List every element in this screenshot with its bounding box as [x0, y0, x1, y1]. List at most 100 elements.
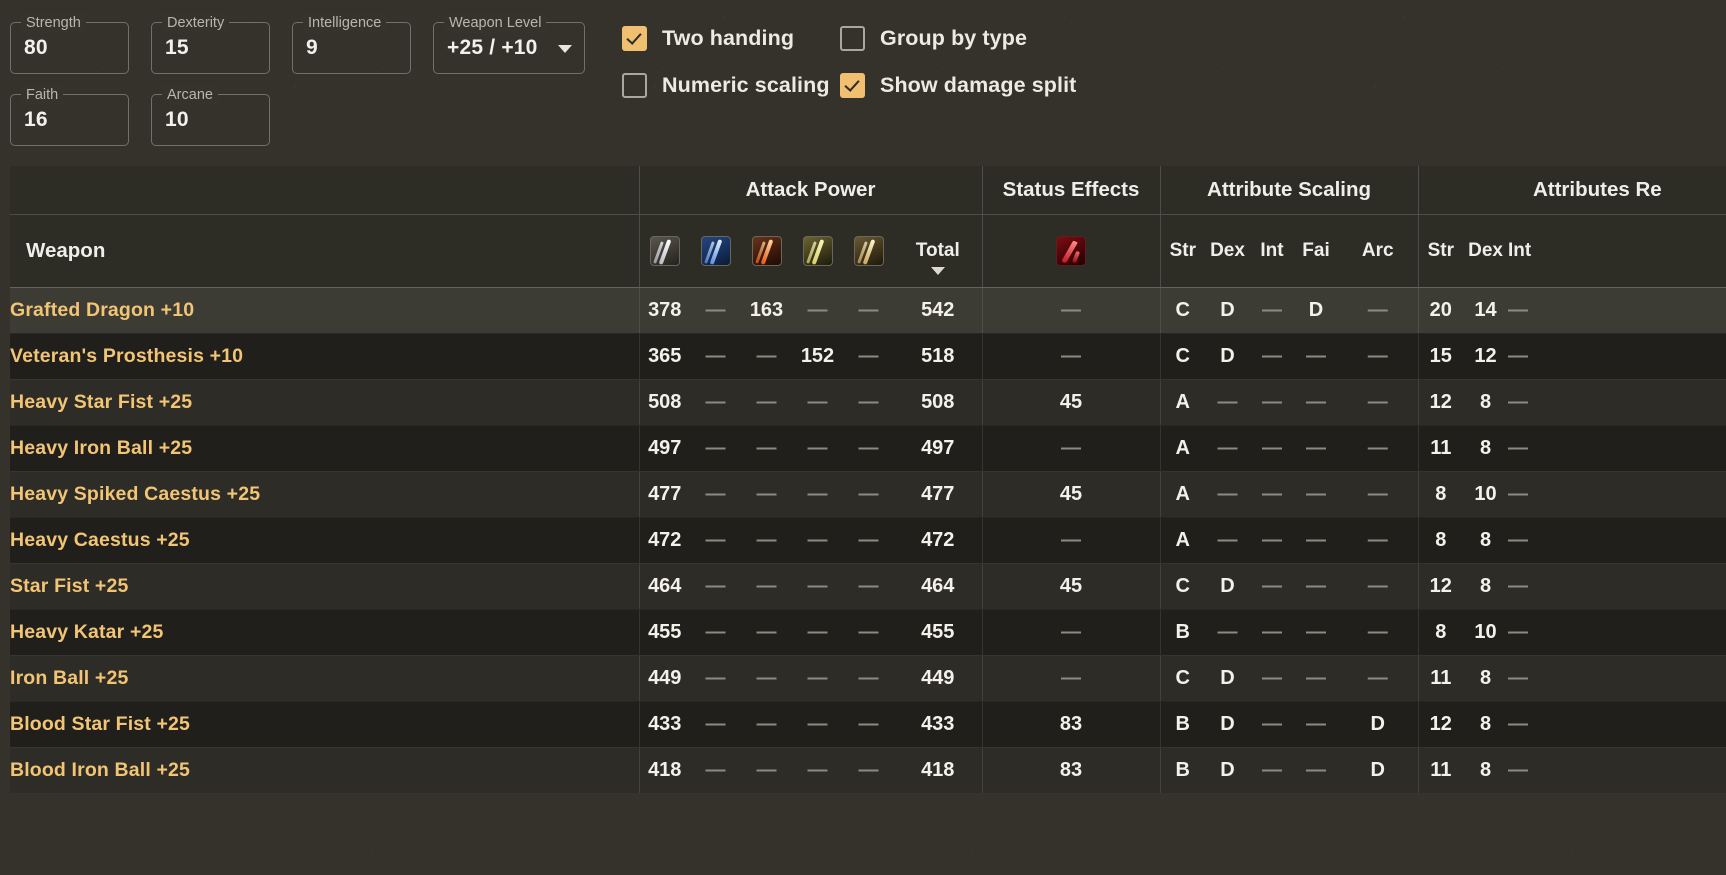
- column-header-scaling-str[interactable]: Str: [1159, 214, 1206, 288]
- cell-required-str: 11: [1417, 747, 1464, 794]
- column-header-bleed[interactable]: [981, 214, 1161, 288]
- cell-holy: —: [843, 655, 894, 702]
- column-header-weapon[interactable]: Weapon: [10, 214, 639, 288]
- sort-descending-icon[interactable]: [930, 266, 945, 275]
- checkbox-show-damage-split-label: Show damage split: [880, 73, 1077, 97]
- column-header-scaling-arc[interactable]: Arc: [1338, 214, 1419, 288]
- faith-value: 16: [24, 108, 48, 131]
- cell-bleed: —: [981, 333, 1161, 380]
- cell-scaling-fai: —: [1294, 747, 1339, 794]
- dexterity-value: 15: [165, 36, 189, 59]
- table-row[interactable]: Blood Star Fist +25 433— — — —433 83 B D — — D 12 8—: [10, 701, 1726, 748]
- column-header-scaling-int[interactable]: Int: [1250, 214, 1295, 288]
- weapon-name-cell[interactable]: Heavy Spiked Caestus +25: [10, 471, 639, 518]
- weapon-name-cell[interactable]: Star Fist +25: [10, 563, 639, 610]
- column-header-magic[interactable]: [690, 214, 741, 288]
- cell-scaling-str: B: [1159, 701, 1206, 748]
- table-row[interactable]: Iron Ball +25 449— — — —449— C D — — —11 8—: [10, 655, 1726, 702]
- cell-magic: —: [690, 563, 741, 610]
- cell-required-dex: 8: [1463, 655, 1509, 702]
- dexterity-label: Dexterity: [162, 13, 230, 33]
- cell-lightning: —: [792, 287, 843, 334]
- checkbox-group-by-type[interactable]: Group by type: [840, 26, 1076, 51]
- weapon-name-cell[interactable]: Heavy Caestus +25: [10, 517, 639, 564]
- cell-scaling-dex: D: [1205, 563, 1251, 610]
- table-row[interactable]: Heavy Star Fist +25 508— — — —508 45 A — — — —12 8—: [10, 379, 1726, 426]
- cell-physical: 477: [638, 471, 690, 518]
- dexterity-field[interactable]: Dexterity 15: [151, 13, 270, 74]
- cell-scaling-dex: D: [1205, 747, 1251, 794]
- checkbox-checked-icon[interactable]: [622, 26, 647, 51]
- checkbox-numeric-scaling-label: Numeric scaling: [662, 73, 830, 97]
- weapon-name-cell[interactable]: Blood Star Fist +25: [10, 701, 639, 748]
- table-row[interactable]: Heavy Caestus +25 472— — — —472— A — — — —8 8—: [10, 517, 1726, 564]
- weapon-name-cell[interactable]: Heavy Star Fist +25: [10, 379, 639, 426]
- checkbox-numeric-scaling[interactable]: Numeric scaling: [622, 73, 840, 98]
- cell-scaling-str: A: [1159, 517, 1206, 564]
- cell-fire: —: [741, 655, 792, 702]
- checkbox-show-damage-split[interactable]: Show damage split: [840, 73, 1076, 98]
- weapon-name-cell[interactable]: Heavy Katar +25: [10, 609, 639, 656]
- strength-field[interactable]: Strength 80: [10, 13, 129, 74]
- column-header-lightning[interactable]: [792, 214, 843, 288]
- cell-physical: 378: [638, 287, 690, 334]
- weapon-name-cell[interactable]: Heavy Iron Ball +25: [10, 425, 639, 472]
- chevron-down-icon[interactable]: [558, 45, 572, 53]
- group-header-attributes-required[interactable]: Attributes Re: [1417, 166, 1726, 215]
- column-header-scaling-fai[interactable]: Fai: [1294, 214, 1339, 288]
- cell-required-str: 15: [1417, 333, 1464, 380]
- cell-total: 542: [894, 287, 983, 334]
- cell-required-int: —: [1508, 747, 1726, 794]
- cell-required-str: 8: [1417, 609, 1464, 656]
- table-row[interactable]: Heavy Katar +25 455— — — —455— B — — — —8 10—: [10, 609, 1726, 656]
- checkbox-checked-icon[interactable]: [840, 73, 865, 98]
- cell-fire: —: [741, 333, 792, 380]
- checkbox-unchecked-icon[interactable]: [622, 73, 647, 98]
- weapon-name-cell[interactable]: Grafted Dragon +10: [10, 287, 639, 334]
- arcane-value: 10: [165, 108, 189, 131]
- cell-magic: —: [690, 333, 741, 380]
- group-header-status-effects[interactable]: Status Effects: [981, 166, 1161, 215]
- column-header-fire[interactable]: [741, 214, 792, 288]
- cell-physical: 455: [638, 609, 690, 656]
- cell-scaling-int: —: [1250, 655, 1295, 702]
- column-header-required-str[interactable]: Str: [1417, 214, 1464, 288]
- group-header-attack-power[interactable]: Attack Power: [638, 166, 983, 215]
- weapon-name-cell[interactable]: Iron Ball +25: [10, 655, 639, 702]
- intelligence-field[interactable]: Intelligence 9: [292, 13, 411, 74]
- faith-field[interactable]: Faith 16: [10, 85, 129, 146]
- cell-required-int: —: [1508, 517, 1726, 564]
- table-row[interactable]: Blood Iron Ball +25 418— — — —418 83 B D — — D 11 8—: [10, 747, 1726, 794]
- checkbox-two-handing[interactable]: Two handing: [622, 26, 840, 51]
- table-row[interactable]: Grafted Dragon +10 378—163— —542— C D — D —20 14…: [10, 287, 1726, 334]
- cell-required-int: —: [1508, 287, 1726, 334]
- cell-scaling-dex: —: [1205, 425, 1251, 472]
- column-header-physical[interactable]: [638, 214, 690, 288]
- table-row[interactable]: Star Fist +25 464— — — —464 45 C D — — —12 8—: [10, 563, 1726, 610]
- cell-holy: —: [843, 517, 894, 564]
- column-header-holy[interactable]: [843, 214, 894, 288]
- group-header-blank: [10, 166, 639, 215]
- cell-scaling-dex: D: [1205, 333, 1251, 380]
- cell-bleed: 83: [981, 747, 1161, 794]
- column-header-required-dex[interactable]: Dex: [1463, 214, 1509, 288]
- table-row[interactable]: Heavy Iron Ball +25 497— — — —497— A — — — —11 8—: [10, 425, 1726, 472]
- cell-total: 464: [894, 563, 983, 610]
- weapon-level-select[interactable]: Weapon Level +25 / +10: [433, 13, 585, 74]
- checkbox-unchecked-icon[interactable]: [840, 26, 865, 51]
- column-header-scaling-dex[interactable]: Dex: [1205, 214, 1251, 288]
- weapon-name-cell[interactable]: Veteran's Prosthesis +10: [10, 333, 639, 380]
- table-row[interactable]: Veteran's Prosthesis +10 365— —152—518— C D —…: [10, 333, 1726, 380]
- column-header-total[interactable]: Total: [894, 214, 983, 288]
- table-row[interactable]: Heavy Spiked Caestus +25 477— — — —477 45 A — — —…: [10, 471, 1726, 518]
- weapon-name-cell[interactable]: Blood Iron Ball +25: [10, 747, 639, 794]
- arcane-field[interactable]: Arcane 10: [151, 85, 270, 146]
- cell-fire: —: [741, 563, 792, 610]
- cell-scaling-dex: —: [1205, 379, 1251, 426]
- weapon-table-container[interactable]: Attack Power Status Effects Attribute Sc…: [10, 166, 1726, 875]
- column-header-required-int[interactable]: Int: [1508, 214, 1726, 288]
- group-header-attribute-scaling[interactable]: Attribute Scaling: [1159, 166, 1419, 215]
- cell-scaling-dex: D: [1205, 287, 1251, 334]
- cell-scaling-fai: —: [1294, 425, 1339, 472]
- cell-scaling-arc: D: [1338, 747, 1419, 794]
